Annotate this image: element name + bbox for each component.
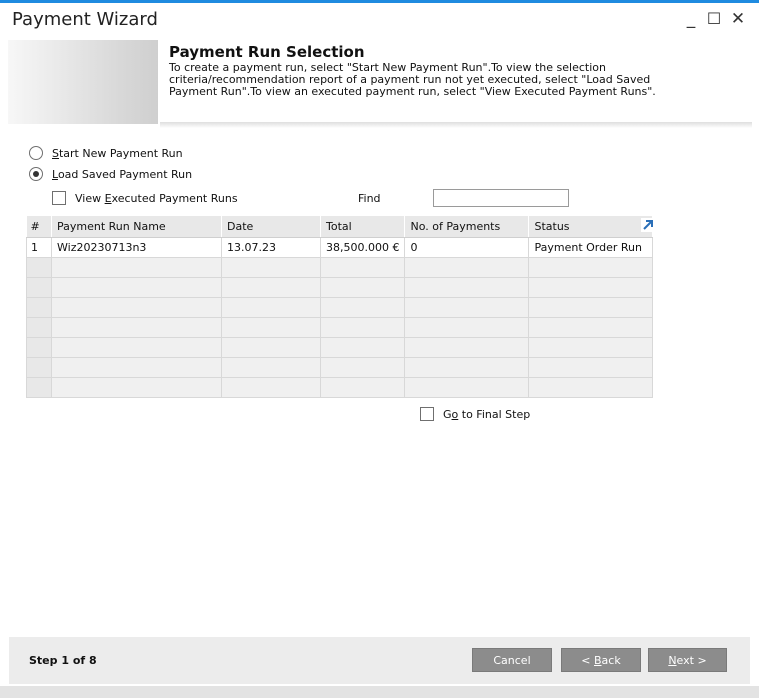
row-number bbox=[26, 297, 52, 318]
table-cell bbox=[221, 257, 321, 278]
table-cell bbox=[528, 337, 654, 358]
option-label: Start New Payment Run bbox=[52, 146, 183, 160]
option-label: Load Saved Payment Run bbox=[52, 167, 193, 181]
checkbox[interactable] bbox=[52, 191, 66, 205]
table-cell bbox=[319, 277, 406, 298]
banner-divider bbox=[160, 122, 752, 128]
load-saved-payment-run-option[interactable]: Load Saved Payment Run bbox=[29, 165, 192, 183]
next-button[interactable]: Next > bbox=[648, 648, 727, 672]
row-number: 1 bbox=[26, 237, 52, 258]
row-number bbox=[26, 277, 52, 298]
table-row bbox=[26, 317, 654, 338]
expand-table-icon[interactable] bbox=[641, 218, 655, 232]
column-header-total[interactable]: Total bbox=[320, 216, 406, 238]
table-cell bbox=[404, 297, 530, 318]
table-cell bbox=[404, 257, 530, 278]
cell-run-name[interactable]: Wiz20230713n3 bbox=[51, 237, 222, 258]
start-new-payment-run-option[interactable]: Start New Payment Run bbox=[29, 144, 183, 162]
table-cell bbox=[404, 377, 530, 398]
row-number bbox=[26, 317, 52, 338]
table-cell bbox=[528, 317, 654, 338]
go-to-final-step-checkbox[interactable]: Go to Final Step bbox=[420, 405, 530, 423]
cancel-button[interactable]: Cancel bbox=[472, 648, 552, 672]
table-header-row: # Payment Run Name Date Total No. of Pay… bbox=[26, 216, 654, 238]
page-description: To create a payment run, select "Start N… bbox=[169, 62, 729, 98]
row-number bbox=[26, 337, 52, 358]
window-title: Payment Wizard bbox=[12, 9, 158, 30]
table-cell bbox=[221, 357, 321, 378]
table-cell bbox=[319, 357, 406, 378]
cell-status[interactable]: Payment Order Run bbox=[528, 237, 654, 258]
title-bar: Payment Wizard _ ☐ ✕ bbox=[0, 3, 759, 39]
checkbox-label: Go to Final Step bbox=[443, 407, 531, 421]
table-cell bbox=[528, 297, 654, 318]
radio-button-selected[interactable] bbox=[29, 167, 43, 181]
table-row[interactable]: 1 Wiz20230713n3 13.07.23 € 38,500.000 0 … bbox=[26, 237, 654, 258]
table-cell bbox=[51, 277, 222, 298]
table-cell bbox=[221, 297, 321, 318]
table-cell bbox=[319, 297, 406, 318]
table-cell bbox=[404, 277, 530, 298]
table-cell bbox=[51, 357, 222, 378]
table-cell bbox=[319, 317, 406, 338]
column-header-date[interactable]: Date bbox=[221, 216, 321, 238]
cell-date[interactable]: 13.07.23 bbox=[221, 237, 321, 258]
table-cell bbox=[528, 357, 654, 378]
table-cell bbox=[51, 257, 222, 278]
cell-total[interactable]: € 38,500.000 bbox=[319, 237, 406, 258]
column-header-number[interactable]: # bbox=[26, 216, 52, 238]
table-cell bbox=[221, 337, 321, 358]
banner-graphic bbox=[8, 40, 158, 124]
column-header-status[interactable]: Status bbox=[528, 216, 654, 238]
maximize-icon[interactable]: ☐ bbox=[703, 7, 725, 31]
column-header-payments[interactable]: No. of Payments bbox=[404, 216, 530, 238]
table-cell bbox=[319, 377, 406, 398]
table-cell bbox=[404, 317, 530, 338]
table-cell bbox=[404, 357, 530, 378]
step-indicator: Step 1 of 8 bbox=[29, 654, 97, 667]
table-row bbox=[26, 337, 654, 358]
table-cell bbox=[528, 257, 654, 278]
view-executed-payment-runs-checkbox[interactable]: View Executed Payment Runs bbox=[52, 189, 238, 207]
cell-payments[interactable]: 0 bbox=[404, 237, 530, 258]
table-cell bbox=[221, 277, 321, 298]
close-icon[interactable]: ✕ bbox=[727, 7, 749, 31]
find-input[interactable] bbox=[433, 189, 569, 207]
table-cell bbox=[319, 257, 406, 278]
minimize-icon[interactable]: _ bbox=[680, 7, 702, 31]
find-label: Find bbox=[358, 192, 381, 205]
checkbox-label: View Executed Payment Runs bbox=[75, 191, 238, 205]
table-cell bbox=[51, 297, 222, 318]
table-row bbox=[26, 297, 654, 318]
table-row bbox=[26, 277, 654, 298]
radio-button[interactable] bbox=[29, 146, 43, 160]
row-number bbox=[26, 357, 52, 378]
window-bottom-edge bbox=[0, 686, 759, 698]
table-row bbox=[26, 357, 654, 378]
table-cell bbox=[51, 377, 222, 398]
wizard-footer: Step 1 of 8 Cancel < Back Next > bbox=[9, 637, 750, 684]
checkbox[interactable] bbox=[420, 407, 434, 421]
table-row bbox=[26, 377, 654, 398]
page-heading: Payment Run Selection bbox=[169, 43, 365, 61]
table-cell bbox=[404, 337, 530, 358]
row-number bbox=[26, 257, 52, 278]
payment-runs-table: # Payment Run Name Date Total No. of Pay… bbox=[26, 216, 654, 398]
table-cell bbox=[51, 317, 222, 338]
column-header-name[interactable]: Payment Run Name bbox=[51, 216, 222, 238]
description-line: Payment Run".To view an executed payment… bbox=[169, 85, 656, 98]
row-number bbox=[26, 377, 52, 398]
table-cell bbox=[528, 377, 654, 398]
table-cell bbox=[221, 317, 321, 338]
table-row bbox=[26, 257, 654, 278]
table-cell bbox=[221, 377, 321, 398]
table-cell bbox=[319, 337, 406, 358]
back-button[interactable]: < Back bbox=[561, 648, 641, 672]
table-cell bbox=[528, 277, 654, 298]
table-cell bbox=[51, 337, 222, 358]
